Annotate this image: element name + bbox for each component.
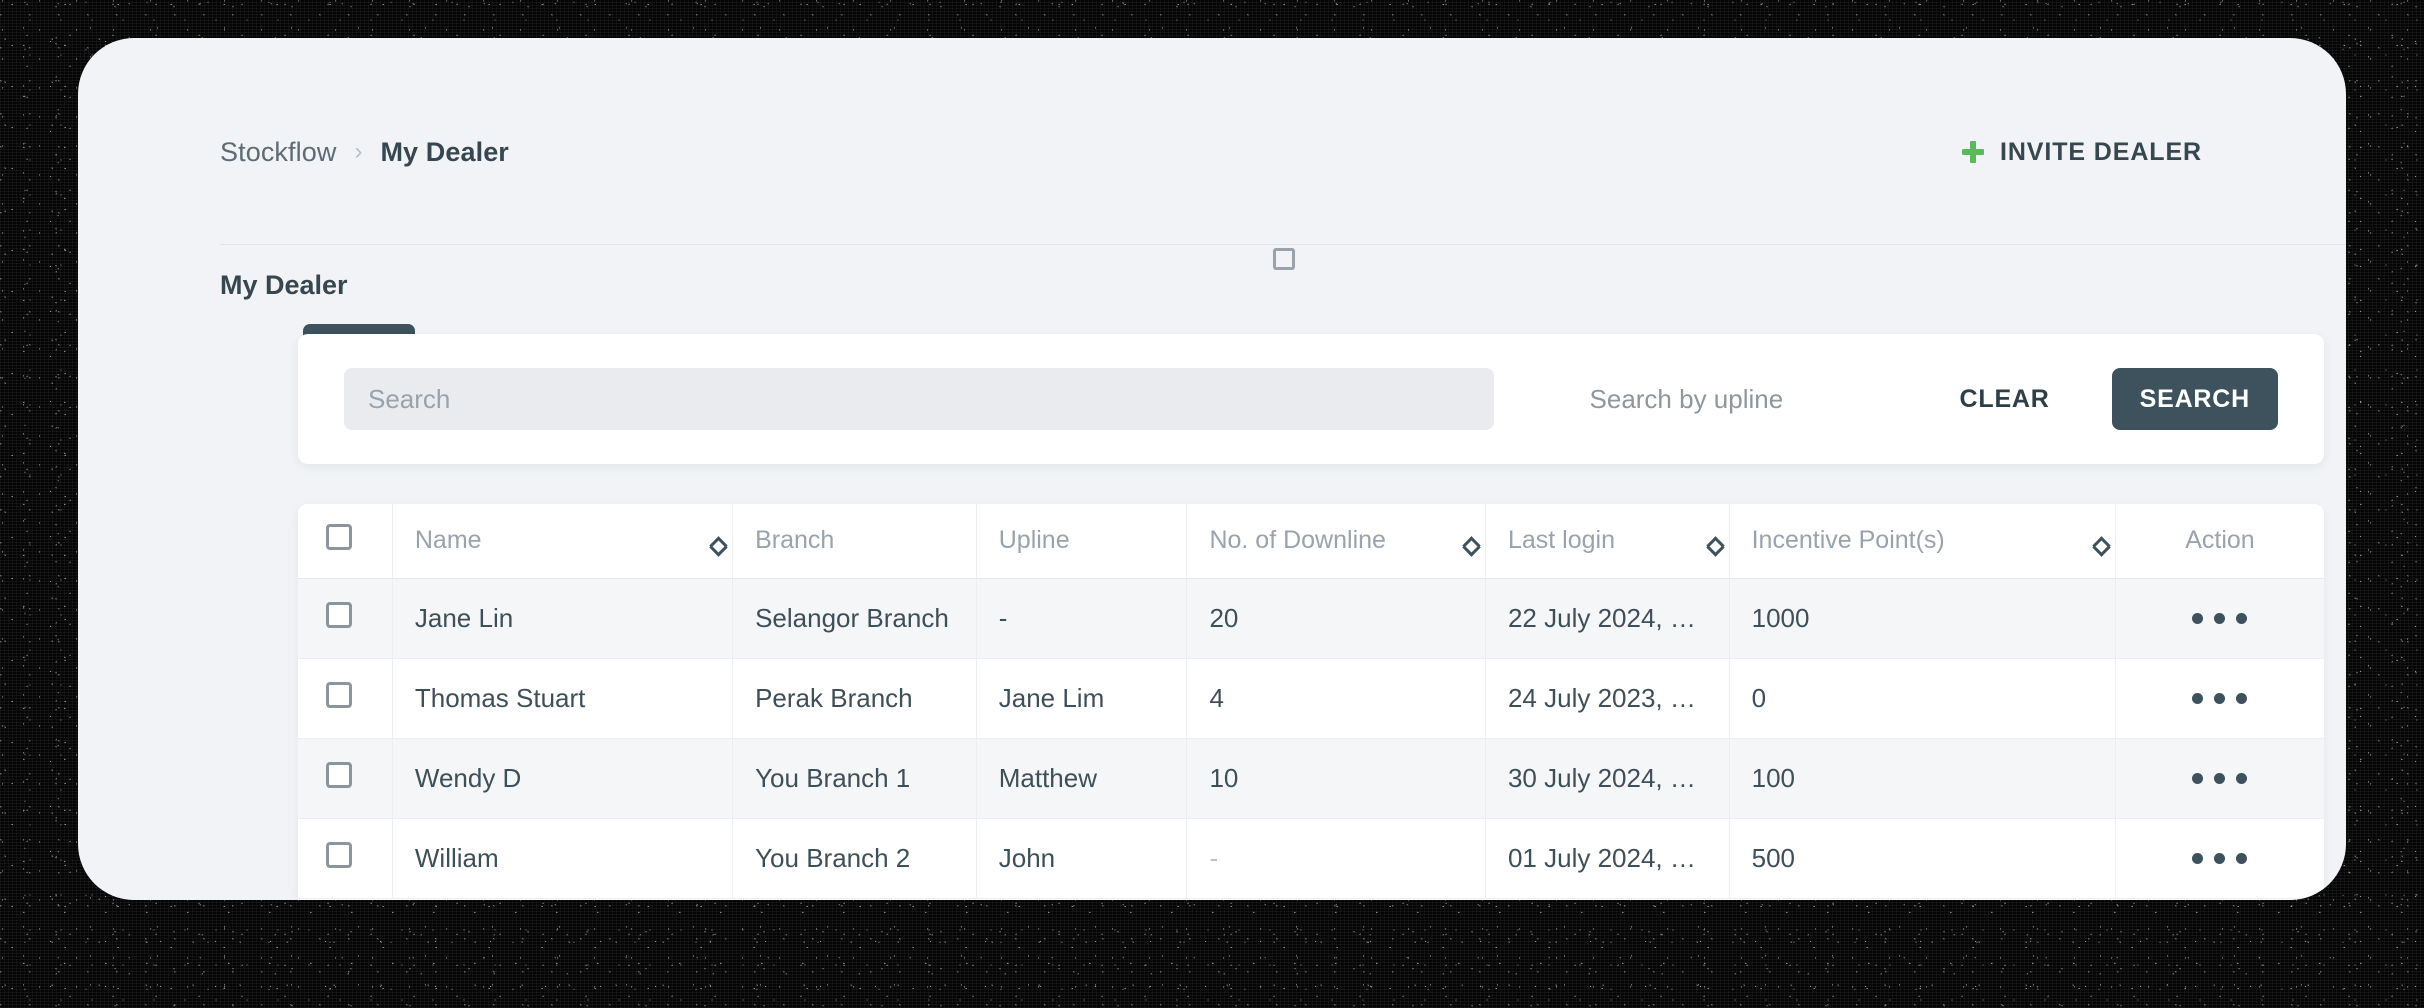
cell-branch: You Branch 1 [732,738,977,819]
column-label-upline: Upline [998,526,1070,555]
cell-name: Thomas Stuart [392,658,734,739]
cell-upline: Jane Lim [976,658,1188,739]
row-checkbox-cell[interactable] [298,818,393,899]
column-header-action: Action [2115,504,2324,579]
cell-last-login: 01 July 2024, 23:23 [1485,818,1730,899]
app-page: Stockflow › My Dealer INVITE DEALER My D… [78,38,2346,900]
device-frame: Stockflow › My Dealer INVITE DEALER My D… [0,0,2424,1008]
header-divider [220,244,2346,245]
table-row[interactable]: Wendy D You Branch 1 Matthew 10 30 July 2024… [298,738,2324,819]
column-header-last-login[interactable]: Last login [1485,504,1730,579]
column-header-branch[interactable]: Branch [732,504,977,579]
column-label-branch: Branch [755,526,835,555]
row-checkbox-cell[interactable] [298,658,393,739]
clear-button[interactable]: CLEAR [1960,385,2050,414]
column-label-last-login: Last login [1507,526,1615,555]
cell-downline: 4 [1186,658,1486,739]
search-panel: Search by upline CLEAR SEARCH [298,334,2324,464]
dealer-table: Name Branch Upline No. of Downline Last … [298,504,2324,899]
column-label-name: Name [414,526,482,555]
column-header-name[interactable]: Name [392,504,734,579]
table-header: Name Branch Upline No. of Downline Last … [298,504,2324,579]
cell-action[interactable] [2115,738,2324,819]
row-actions-button[interactable] [2116,852,2324,864]
row-actions-button[interactable] [2116,692,2324,704]
plus-icon [1962,141,1984,163]
cell-action[interactable] [2115,578,2324,659]
cell-downline: 10 [1186,738,1486,819]
table-body: Jane Lin Selangor Branch -20 22 July 2024, … [298,578,2324,899]
select-all-checkbox[interactable] [326,524,352,551]
cell-action[interactable] [2115,658,2324,739]
page-title: My Dealer [220,270,348,300]
search-button[interactable]: SEARCH [2111,368,2278,430]
breadcrumb: Stockflow › My Dealer [220,137,509,168]
cell-upline: John [976,818,1188,899]
row-actions-button[interactable] [2116,612,2324,624]
column-label-points: Incentive Point(s) [1751,526,1945,555]
cell-last-login: 22 July 2024, 23:20 [1485,578,1730,659]
table-row[interactable]: Thomas Stuart Perak Branch Jane Lim 4 24 Jul… [298,658,2324,739]
cell-upline: - [976,578,1188,659]
cell-name: Wendy D [392,738,734,819]
column-header-upline[interactable]: Upline [976,504,1188,579]
cell-points: 100 [1729,738,2116,819]
invite-dealer-button[interactable]: INVITE DEALER [1960,134,2204,171]
cell-action[interactable] [2115,818,2324,899]
table-row[interactable]: Jane Lin Selangor Branch -20 22 July 2024, … [298,578,2324,659]
chevron-right-icon: › [354,138,363,165]
cell-last-login: 30 July 2024, 23:23 [1485,738,1730,819]
dealer-table-container: Name Branch Upline No. of Downline Last … [298,504,2324,900]
cell-last-login: 24 July 2023, 19:22 [1485,658,1730,739]
row-checkbox[interactable] [326,601,352,628]
column-header-points[interactable]: Incentive Point(s) [1729,504,2116,579]
cell-upline: Matthew [976,738,1188,819]
row-checkbox-cell[interactable] [298,578,393,659]
cell-downline: 20 [1186,578,1486,659]
page-header: Stockflow › My Dealer INVITE DEALER [220,130,2204,174]
row-checkbox[interactable] [326,681,352,708]
column-label-action: Action [2185,526,2255,555]
column-label-downline: No. of Downline [1209,526,1386,555]
cell-downline: - [1186,818,1486,899]
breadcrumb-item-stockflow[interactable]: Stockflow [220,137,336,168]
cell-points: 0 [1729,658,2116,739]
row-actions-button[interactable] [2116,772,2324,784]
column-header-downline[interactable]: No. of Downline [1186,504,1486,579]
square-handle-icon[interactable] [1273,248,1295,270]
cell-name: William [392,818,734,899]
column-select-all [298,504,393,579]
breadcrumb-item-current: My Dealer [380,136,509,167]
cell-name: Jane Lin [392,578,734,659]
row-checkbox[interactable] [326,761,352,788]
search-by-upline-input[interactable]: Search by upline [1590,384,1850,415]
cell-points: 1000 [1729,578,2116,659]
cell-points: 500 [1729,818,2116,899]
cell-branch: You Branch 2 [732,818,977,899]
table-row[interactable]: William You Branch 2 John -01 July 2024, 23… [298,818,2324,899]
cell-branch: Perak Branch [732,658,977,739]
search-input[interactable] [344,368,1494,430]
row-checkbox[interactable] [326,841,352,868]
table-header-row: Name Branch Upline No. of Downline Last … [298,504,2324,579]
invite-dealer-label: INVITE DEALER [2000,137,2202,166]
row-checkbox-cell[interactable] [298,738,393,819]
cell-branch: Selangor Branch [732,578,977,659]
